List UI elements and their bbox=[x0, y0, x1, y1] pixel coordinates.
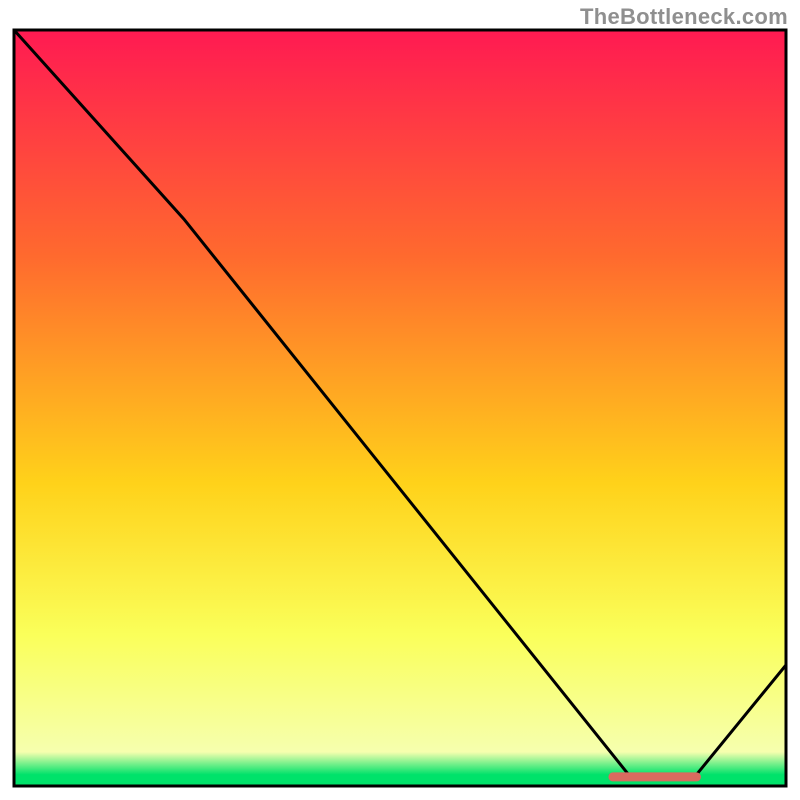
chart-svg bbox=[10, 28, 790, 790]
chart-container: TheBottleneck.com bbox=[0, 0, 800, 800]
gradient-background bbox=[14, 30, 786, 786]
optimal-range-marker bbox=[608, 772, 701, 781]
attribution-label: TheBottleneck.com bbox=[580, 4, 788, 30]
plot-area bbox=[10, 28, 790, 790]
